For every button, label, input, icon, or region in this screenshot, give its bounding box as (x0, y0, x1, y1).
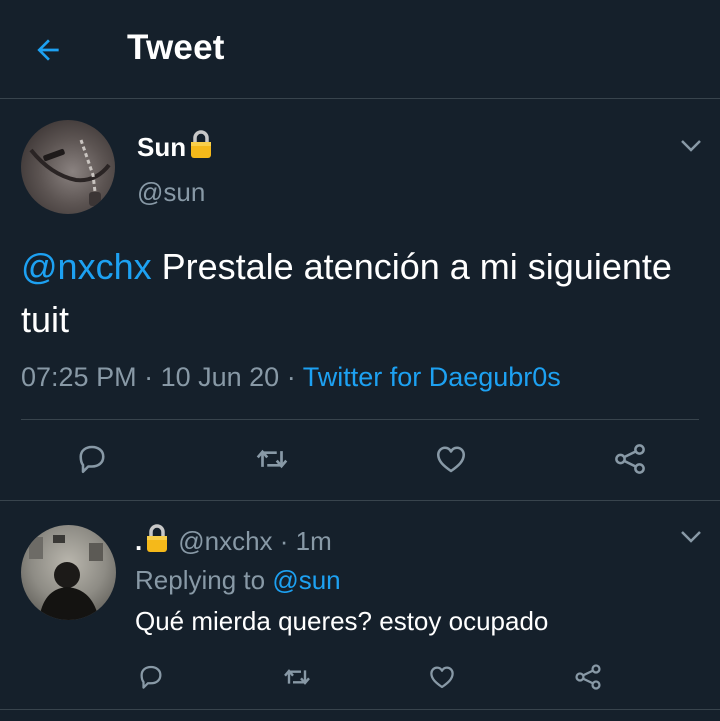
reply-time: 1m (295, 526, 332, 556)
share-button[interactable] (571, 660, 605, 694)
top-bar: Tweet (0, 0, 720, 99)
retweet-button[interactable] (280, 660, 314, 694)
mention-link[interactable]: @nxchx (21, 246, 152, 287)
separator: · (272, 526, 296, 556)
chevron-down-icon[interactable] (680, 530, 702, 544)
like-icon (436, 446, 466, 473)
lock-icon (144, 523, 170, 560)
retweet-icon (256, 449, 288, 469)
share-button[interactable] (610, 439, 650, 479)
page-title: Tweet (127, 28, 225, 67)
reply-tweet[interactable]: . @nxchx · 1m Replying to @sun Qué mierd… (0, 501, 720, 710)
avatar[interactable] (21, 120, 115, 214)
replying-to: Replying to @sun (135, 565, 341, 596)
like-button[interactable] (431, 439, 471, 479)
separator: · (136, 362, 161, 392)
replying-label: Replying to (135, 565, 273, 595)
back-button[interactable] (30, 32, 66, 68)
replying-to-link[interactable]: @sun (272, 565, 340, 595)
reply-header: . @nxchx · 1m (135, 523, 332, 560)
author-handle: @nxchx (178, 526, 273, 556)
retweet-button[interactable] (252, 439, 292, 479)
display-name: . (135, 526, 143, 556)
tweet-meta: 07:25 PM · 10 Jun 20 · Twitter for Daegu… (21, 362, 561, 393)
reply-text: Qué mierda queres? estoy ocupado (135, 606, 549, 636)
tweet-source[interactable]: Twitter for Daegubr0s (303, 362, 561, 392)
like-icon (430, 666, 454, 689)
author-name[interactable]: Sun (137, 129, 214, 166)
tweet-time: 07:25 PM (21, 362, 137, 392)
chevron-down-icon[interactable] (680, 139, 702, 153)
share-icon (575, 664, 601, 690)
reply-button[interactable] (72, 439, 112, 479)
avatar-image (29, 139, 111, 206)
like-button[interactable] (425, 660, 459, 694)
avatar[interactable] (21, 525, 116, 620)
main-tweet: Sun @sun @nxchx Prestale atención a mi s… (0, 99, 720, 501)
arrow-left-icon (37, 39, 59, 61)
reply-button[interactable] (134, 660, 168, 694)
tweet-text: @nxchx Prestale atención a mi siguiente … (21, 240, 691, 346)
lock-icon (188, 129, 214, 166)
retweet-icon (284, 669, 310, 685)
reply-icon (79, 445, 105, 474)
separator: · (279, 362, 303, 392)
divider (21, 419, 699, 420)
avatar-image (29, 535, 103, 620)
share-icon (615, 444, 645, 474)
author-handle: @sun (137, 177, 206, 207)
author-name[interactable]: . (135, 523, 170, 560)
tweet-date: 10 Jun 20 (160, 362, 280, 392)
reply-icon (140, 665, 162, 689)
display-name: Sun (137, 132, 187, 162)
